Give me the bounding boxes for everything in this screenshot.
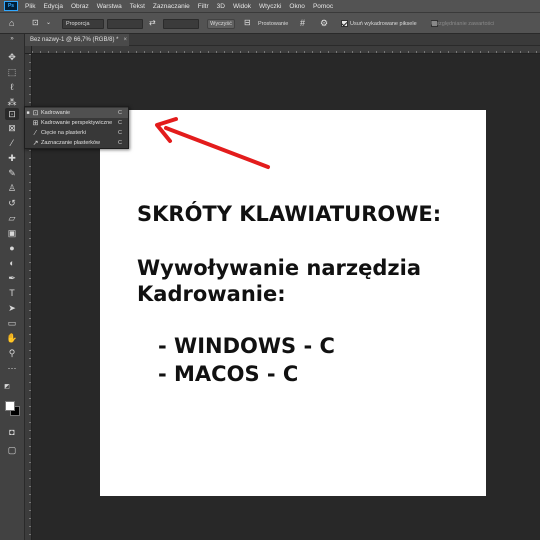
menu-obraz[interactable]: Obraz bbox=[67, 3, 93, 10]
menu-plik[interactable]: Plik bbox=[21, 3, 39, 10]
canvas-heading: SKRÓTY KLAWIATUROWE: bbox=[137, 202, 442, 226]
history-brush-tool-icon[interactable]: ↺ bbox=[5, 197, 19, 209]
menu-3d[interactable]: 3D bbox=[213, 3, 229, 10]
width-field[interactable] bbox=[107, 19, 143, 29]
canvas-windows-shortcut: - WINDOWS - C bbox=[158, 334, 335, 358]
hand-tool-icon[interactable]: ✋ bbox=[5, 332, 19, 344]
flyout-item-shortcut: C bbox=[118, 110, 122, 116]
document-canvas[interactable]: SKRÓTY KLAWIATUROWE: Wywoływanie narzędz… bbox=[100, 110, 486, 496]
perspective-crop-icon: ⊞ bbox=[32, 120, 39, 127]
gradient-tool-icon[interactable]: ▣ bbox=[5, 227, 19, 239]
canvas-line-2: Kadrowanie: bbox=[137, 282, 286, 306]
ruler-corner[interactable] bbox=[25, 46, 32, 54]
canvas-line-1: Wywoływanie narzędzia bbox=[137, 256, 422, 280]
clone-stamp-tool-icon[interactable]: ♙ bbox=[5, 182, 19, 194]
clear-button[interactable]: Wyczyść bbox=[207, 19, 235, 29]
document-title: Bez nazwy-1 @ 66,7% (RGB/8) * bbox=[30, 37, 119, 43]
flyout-item-kadrowanie[interactable]: ■ ⊡ Kadrowanie C bbox=[25, 108, 128, 118]
menu-zaznaczanie[interactable]: Zaznaczanie bbox=[149, 3, 194, 10]
flyout-item-kadrowanie-perspektywiczne[interactable]: ⊞ Kadrowanie perspektywiczne C bbox=[25, 118, 128, 128]
menu-filtr[interactable]: Filtr bbox=[194, 3, 213, 10]
flyout-item-shortcut: C bbox=[118, 130, 122, 136]
document-tab-bar: Bez nazwy-1 @ 66,7% (RGB/8) * × bbox=[25, 34, 540, 46]
lasso-tool-icon[interactable]: ℓ bbox=[5, 81, 19, 93]
magic-wand-tool-icon[interactable]: ⁂ bbox=[5, 96, 19, 108]
flyout-item-label: Zaznaczanie plasterków bbox=[41, 140, 101, 146]
menu-bar: Ps Plik Edycja Obraz Warstwa Tekst Zazna… bbox=[0, 0, 540, 12]
flyout-item-label: Cięcie na plasterki bbox=[41, 130, 86, 136]
swap-icon[interactable]: ⇄ bbox=[149, 18, 156, 28]
menu-okno[interactable]: Okno bbox=[285, 3, 309, 10]
menu-warstwa[interactable]: Warstwa bbox=[93, 3, 126, 10]
ratio-select[interactable]: Proporcja bbox=[62, 19, 104, 29]
move-tool-icon[interactable]: ✥ bbox=[5, 51, 19, 63]
close-icon[interactable]: × bbox=[123, 37, 127, 43]
zoom-tool-icon[interactable]: ⚲ bbox=[5, 347, 19, 359]
photoshop-logo[interactable]: Ps bbox=[4, 1, 18, 11]
grid-overlay-icon[interactable]: # bbox=[300, 18, 305, 28]
screen-mode-icon[interactable]: ▢ bbox=[5, 444, 19, 456]
content-aware-label: Uwzględnianie zawartości bbox=[431, 21, 495, 27]
path-selection-tool-icon[interactable]: ➤ bbox=[5, 302, 19, 314]
foreground-color-swatch[interactable] bbox=[5, 401, 15, 411]
marquee-tool-icon[interactable]: ⬚ bbox=[5, 66, 19, 78]
horizontal-ruler[interactable] bbox=[32, 46, 540, 54]
crop-tool-icon[interactable]: ⊡ bbox=[5, 108, 19, 120]
home-icon[interactable]: ⌂ bbox=[9, 18, 14, 28]
gear-icon[interactable]: ⚙ bbox=[320, 18, 328, 28]
menu-wtyczki[interactable]: Wtyczki bbox=[255, 3, 285, 10]
type-tool-icon[interactable]: T bbox=[5, 287, 19, 299]
straighten-icon[interactable]: ⊟ bbox=[244, 18, 251, 28]
crop-icon: ⊡ bbox=[32, 110, 39, 117]
more-tools-icon[interactable]: ⋯ bbox=[5, 362, 19, 374]
eyedropper-tool-icon[interactable]: ⁄ bbox=[5, 137, 19, 149]
tools-panel: » ✥ ⬚ ℓ ⁂ ⊡ ⊠ ⁄ ✚ ✎ ♙ ↺ ▱ ▣ ● ◐ ✒ T ➤ ▭ … bbox=[0, 34, 25, 540]
flyout-item-ciecie-na-plasterki[interactable]: ⁄ Cięcie na plasterki C bbox=[25, 128, 128, 138]
flyout-item-label: Kadrowanie bbox=[41, 110, 71, 116]
options-bar: ⌂ ⊡ ⌄ Proporcja ⇄ Wyczyść ⊟ Prostowanie … bbox=[0, 12, 540, 34]
brush-tool-icon[interactable]: ✎ bbox=[5, 167, 19, 179]
menu-tekst[interactable]: Tekst bbox=[126, 3, 149, 10]
photoshop-window: Ps Plik Edycja Obraz Warstwa Tekst Zazna… bbox=[0, 0, 540, 540]
quick-mask-icon[interactable]: ◘ bbox=[5, 426, 19, 438]
ratio-label: Proporcja bbox=[66, 21, 90, 27]
canvas-macos-shortcut: - MACOS - C bbox=[158, 362, 299, 386]
flyout-item-label: Kadrowanie perspektywiczne bbox=[41, 120, 113, 126]
clear-label: Wyczyść bbox=[210, 21, 232, 27]
pen-tool-icon[interactable]: ✒ bbox=[5, 272, 19, 284]
straighten-label[interactable]: Prostowanie bbox=[258, 21, 288, 27]
crop-icon[interactable]: ⊡ bbox=[32, 18, 39, 28]
healing-brush-tool-icon[interactable]: ✚ bbox=[5, 152, 19, 164]
slice-icon: ⁄ bbox=[34, 129, 37, 137]
height-field[interactable] bbox=[163, 19, 199, 29]
flyout-item-zaznaczanie-plasterkow[interactable]: ↗ Zaznaczanie plasterków C bbox=[25, 138, 128, 148]
slice-select-icon: ↗ bbox=[32, 140, 39, 147]
chevron-down-icon[interactable]: ⌄ bbox=[46, 18, 51, 28]
rectangle-tool-icon[interactable]: ▭ bbox=[5, 317, 19, 329]
document-tab[interactable]: Bez nazwy-1 @ 66,7% (RGB/8) * × bbox=[25, 34, 129, 46]
panel-collapse-icon[interactable]: » bbox=[5, 35, 19, 43]
menu-pomoc[interactable]: Pomoc bbox=[309, 3, 337, 10]
eraser-tool-icon[interactable]: ▱ bbox=[5, 212, 19, 224]
delete-cropped-label: Usuń wykadrowane piksele bbox=[350, 21, 417, 27]
flyout-item-shortcut: C bbox=[118, 140, 122, 146]
menu-widok[interactable]: Widok bbox=[229, 3, 255, 10]
crop-tools-flyout: ■ ⊡ Kadrowanie C ⊞ Kadrowanie perspektyw… bbox=[24, 106, 129, 149]
menu-edycja[interactable]: Edycja bbox=[39, 3, 67, 10]
frame-tool-icon[interactable]: ⊠ bbox=[5, 122, 19, 134]
dodge-tool-icon[interactable]: ◐ bbox=[5, 257, 19, 269]
flyout-item-shortcut: C bbox=[118, 120, 122, 126]
default-colors-icon[interactable]: ◩ bbox=[3, 383, 11, 391]
delete-cropped-checkbox[interactable] bbox=[341, 20, 348, 27]
blur-tool-icon[interactable]: ● bbox=[5, 242, 19, 254]
